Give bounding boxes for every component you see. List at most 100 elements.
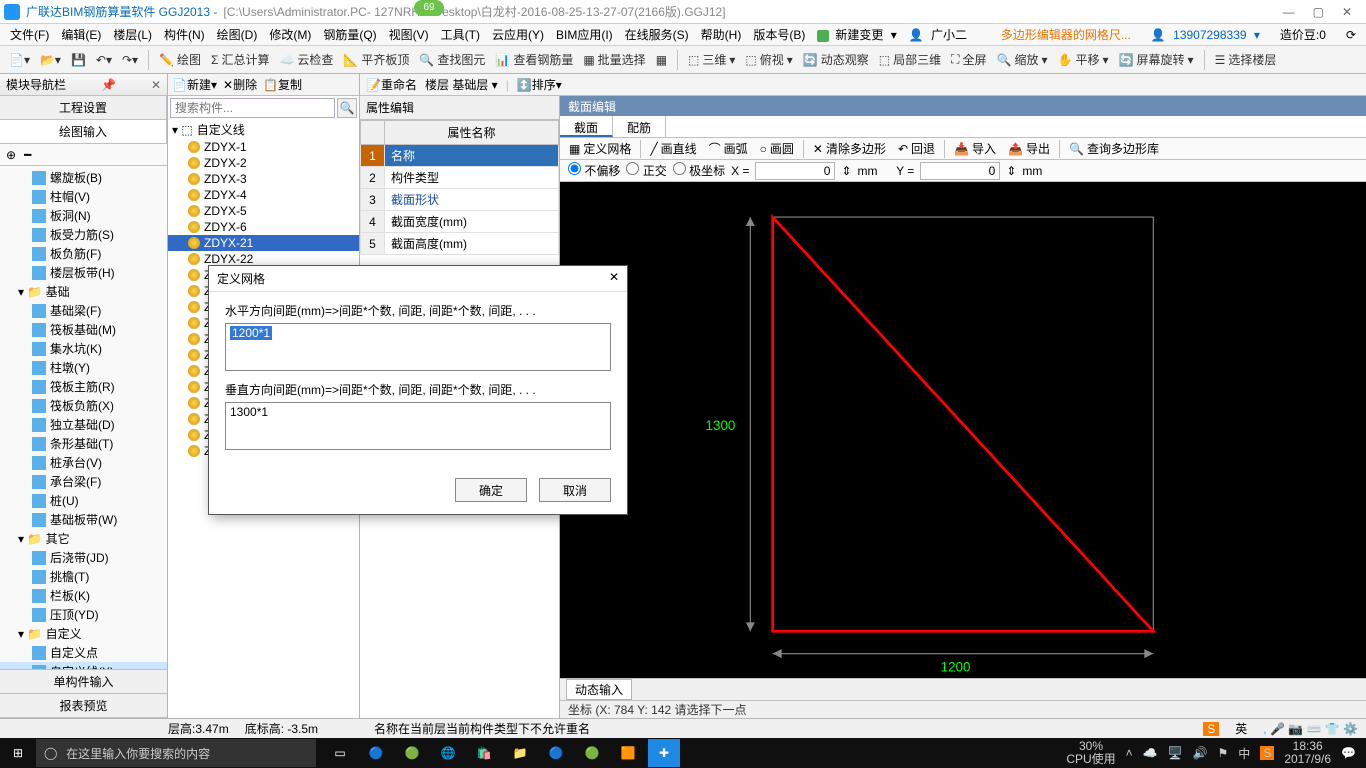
list-item[interactable]: ZDYX-2	[168, 155, 359, 171]
tree-item[interactable]: 集水坑(K)	[0, 339, 167, 358]
undo-polygon-button[interactable]: ↶ 回退	[895, 140, 938, 157]
tree-item[interactable]: ▾ 📁 其它	[0, 529, 167, 548]
task-view-icon[interactable]: ▭	[324, 739, 356, 767]
tree-item[interactable]: 板负筋(F)	[0, 244, 167, 263]
tree-item[interactable]: 桩(U)	[0, 491, 167, 510]
list-item[interactable]: ZDYX-4	[168, 187, 359, 203]
tray-net-icon[interactable]: 🖥️	[1168, 746, 1183, 760]
tree-item[interactable]: ▾ 📁 基础	[0, 282, 167, 301]
query-polygon-button[interactable]: 🔍 查询多边形库	[1066, 140, 1162, 157]
sum-button[interactable]: Σ 汇总计算	[208, 51, 272, 68]
menu-edit[interactable]: 编辑(E)	[57, 26, 105, 43]
sort-button[interactable]: ↕️排序▾	[517, 76, 562, 93]
tab-report-preview[interactable]: 报表预览	[0, 694, 167, 718]
tree-item[interactable]: 筏板主筋(R)	[0, 377, 167, 396]
undo-icon[interactable]: ↶▾	[93, 53, 115, 67]
tree-item[interactable]: 条形基础(T)	[0, 434, 167, 453]
fullscreen-button[interactable]: ⛶全屏	[948, 51, 989, 68]
list-item[interactable]: ZDYX-21	[168, 235, 359, 251]
app-icon-3[interactable]: 🔵	[540, 739, 572, 767]
update-badge[interactable]: 69	[414, 0, 444, 16]
copy-component-button[interactable]: 📋复制	[263, 76, 302, 93]
tree-item[interactable]: 柱墩(Y)	[0, 358, 167, 377]
tool-icons[interactable]: , 🎤 📷 ⌨️ 👕 ⚙️	[1263, 722, 1358, 736]
ime-lang[interactable]: 英	[1235, 720, 1247, 737]
draw-arc-button[interactable]: ⌒ 画弧	[706, 140, 751, 157]
app-icon-6[interactable]: ✚	[648, 739, 680, 767]
tray-up-icon[interactable]: ˄	[1126, 746, 1133, 760]
menu-rebar[interactable]: 钢筋量(Q)	[319, 26, 380, 43]
tray-vol-icon[interactable]: 🔊	[1193, 746, 1208, 760]
tree-item[interactable]: 基础板带(W)	[0, 510, 167, 529]
tab-draw-input[interactable]: 绘图输入	[0, 120, 167, 143]
y-input[interactable]	[920, 162, 1000, 180]
minimize-button[interactable]: —	[1283, 5, 1295, 19]
open-file-icon[interactable]: 📂▾	[37, 53, 64, 67]
list-item[interactable]: ZDYX-5	[168, 203, 359, 219]
menu-draw[interactable]: 绘图(D)	[213, 26, 262, 43]
rename-button[interactable]: 📝重命名	[366, 76, 417, 93]
property-row[interactable]: 1名称	[361, 145, 559, 167]
property-table[interactable]: 属性名称 1名称2构件类型3截面形状4截面宽度(mm)5截面高度(mm)	[360, 120, 559, 255]
edge-icon[interactable]: 🌐	[432, 739, 464, 767]
h-spacing-input[interactable]: 1200*1	[225, 323, 611, 371]
tree-item[interactable]: 桩承台(V)	[0, 453, 167, 472]
redo-icon[interactable]: ↷▾	[119, 53, 141, 67]
v-spacing-input[interactable]: 1300*1	[225, 402, 611, 450]
clear-polygon-button[interactable]: ✕ 清除多边形	[810, 140, 889, 157]
x-input[interactable]	[755, 162, 835, 180]
tree-item[interactable]: 板受力筋(S)	[0, 225, 167, 244]
app-icon-1[interactable]: 🔵	[360, 739, 392, 767]
offset-none-radio[interactable]: 不偏移	[568, 162, 620, 179]
3d-button[interactable]: ⬚三维▾	[685, 51, 738, 68]
new-component-button[interactable]: 📄新建▾	[172, 76, 217, 93]
tree-item[interactable]: 柱帽(V)	[0, 187, 167, 206]
tab-section[interactable]: 截面	[560, 116, 613, 137]
ok-button[interactable]: 确定	[455, 478, 527, 502]
tray-cloud-icon[interactable]: ☁️	[1143, 746, 1158, 760]
rotate-screen-button[interactable]: 🔄屏幕旋转▾	[1116, 51, 1197, 68]
local-3d-button[interactable]: ⬚局部三维	[876, 51, 944, 68]
tree-item[interactable]: 栏板(K)	[0, 586, 167, 605]
ortho-radio[interactable]: 正交	[626, 162, 666, 179]
tree-item[interactable]: 独立基础(D)	[0, 415, 167, 434]
search-input[interactable]	[170, 98, 335, 118]
draw-button[interactable]: ✏️绘图	[156, 51, 204, 68]
delete-component-button[interactable]: ✕删除	[223, 76, 257, 93]
app-icon-5[interactable]: 🟧	[612, 739, 644, 767]
menu-component[interactable]: 构件(N)	[160, 26, 209, 43]
menu-bim[interactable]: BIM应用(I)	[552, 26, 617, 43]
taskbar-search[interactable]: ◯ 在这里输入你要搜索的内容	[36, 739, 316, 767]
property-row[interactable]: 2构件类型	[361, 167, 559, 189]
find-element-button[interactable]: 🔍查找图元	[416, 51, 488, 68]
menu-version[interactable]: 版本号(B)	[749, 26, 809, 43]
store-icon[interactable]: 🛍️	[468, 739, 500, 767]
tree-item[interactable]: 自定义点	[0, 643, 167, 662]
export-button[interactable]: 📤 导出	[1005, 140, 1053, 157]
list-item[interactable]: ZDYX-1	[168, 139, 359, 155]
tree-item[interactable]: 楼层板带(H)	[0, 263, 167, 282]
tree-item[interactable]: 板洞(N)	[0, 206, 167, 225]
drawing-viewport[interactable]: 1300 1200	[560, 182, 1366, 678]
property-row[interactable]: 4截面宽度(mm)	[361, 211, 559, 233]
floor-dropdown[interactable]: 楼层 基础层 ▾	[425, 76, 498, 93]
menu-floor[interactable]: 楼层(L)	[109, 26, 156, 43]
top-view-button[interactable]: ⬚俯视▾	[742, 51, 795, 68]
tree-item[interactable]: 后浇带(JD)	[0, 548, 167, 567]
align-top-button[interactable]: 📐平齐板顶	[340, 51, 412, 68]
view-rebar-button[interactable]: 📊查看钢筋量	[492, 51, 576, 68]
collapse-icon[interactable]: ━	[24, 148, 31, 162]
tree-item[interactable]: 挑檐(T)	[0, 567, 167, 586]
expand-icon[interactable]: ⊕	[6, 148, 16, 162]
explorer-icon[interactable]: 📁	[504, 739, 536, 767]
tree-item[interactable]: 自定义线(X)	[0, 662, 167, 669]
tab-reinforcement[interactable]: 配筋	[613, 116, 666, 137]
tree-item[interactable]: 筏板基础(M)	[0, 320, 167, 339]
tab-project-settings[interactable]: 工程设置	[0, 96, 167, 119]
tree-item[interactable]: 压顶(YD)	[0, 605, 167, 624]
refresh-icon[interactable]: ⟳	[1342, 28, 1360, 42]
pan-button[interactable]: ✋平移▾	[1055, 51, 1112, 68]
app-icon-2[interactable]: 🟢	[396, 739, 428, 767]
tray-flag-icon[interactable]: ⚑	[1218, 746, 1229, 760]
zoom-button[interactable]: 🔍缩放▾	[994, 51, 1051, 68]
